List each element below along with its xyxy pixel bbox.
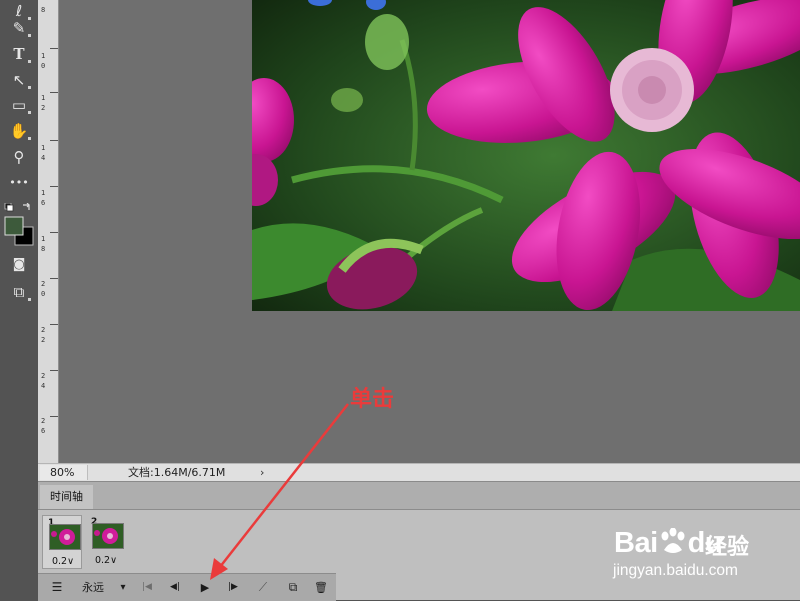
timeline-frame-1[interactable]: 1 0.2∨ [42,515,82,569]
more-tools-glyph: ••• [9,176,29,189]
baidu-logo-text: Bai [614,527,658,559]
paw-icon [661,527,685,553]
rectangle-glyph: ▭ [11,96,27,114]
frame-thumbnail [92,523,124,549]
hand-glyph: ✋ [9,122,29,140]
ruler-label: 1 [41,189,46,197]
ruler-label: 1 [41,144,46,152]
annotation-text: 单击 [350,386,395,412]
ruler-label: 8 [41,245,46,253]
zoom-level-field[interactable]: 80% [40,465,88,480]
document-canvas-area[interactable] [59,0,800,463]
jingyan-label: 经验 [705,535,750,560]
ruler-label: 2 [41,280,46,288]
jingyan-url: jingyan.baidu.com [613,562,738,579]
frame-thumbnail [49,524,81,550]
timeline-frame-2[interactable]: 2 0.2∨ [86,515,126,569]
previous-frame-icon[interactable]: ◀| [166,574,184,601]
rectangle-icon[interactable]: ▭ [6,94,32,116]
frame-delay-dropdown[interactable]: 0.2∨ [88,555,124,566]
tab-timeline[interactable]: 时间轴 [40,485,93,509]
status-menu-arrow-icon[interactable]: › [260,464,264,481]
status-bar: 80% 文档:1.64M/6.71M › [38,463,800,482]
flower-photo [252,0,800,311]
frame-delay-dropdown[interactable]: 0.2∨ [45,556,81,567]
document-size-info: 文档:1.64M/6.71M [128,466,226,479]
pen-glyph: ✎ [12,19,26,37]
frame-thumbnail-graphic [50,525,80,549]
zoom-icon[interactable]: ⚲ [6,146,32,168]
loop-options-select[interactable]: 永远 [78,574,108,601]
screen-mode-icon[interactable]: ⧉ [6,281,32,303]
more-tools-icon[interactable]: ••• [6,172,32,194]
convert-to-video-timeline-icon[interactable]: ☰ [48,574,66,601]
first-frame-icon[interactable]: |◀ [138,574,156,601]
ruler-label: 2 [41,104,46,112]
ruler-label: 4 [41,154,46,162]
timeline-controls: ☰ 永远 ▾ |◀ ◀| ▶ |▶ ⟋ ⧉ 🗑 [38,573,336,601]
ruler-label: 8 [41,6,46,14]
tween-icon[interactable]: ⟋ [254,574,272,601]
swatch-graphic [4,202,34,246]
delete-frame-icon[interactable]: 🗑 [312,574,330,601]
pen-icon[interactable]: ✎ [6,17,32,39]
vertical-ruler: 8 1 0 1 2 1 4 1 6 1 8 2 0 2 2 2 4 2 6 [38,0,59,463]
play-button-icon[interactable]: ▶ [196,574,214,601]
frame-thumbnail-graphic [93,524,123,548]
ruler-label: 2 [41,372,46,380]
ruler-label: 1 [41,52,46,60]
foreground-color-swatch [4,216,24,236]
ruler-label: 0 [41,290,46,298]
path-select-icon[interactable]: ↖ [6,69,32,91]
path-select-glyph: ↖ [12,71,26,89]
timeline-tab-bar: 时间轴 [38,482,800,510]
hand-icon[interactable]: ✋ [6,120,32,142]
ruler-label: 6 [41,427,46,435]
quick-mask-icon[interactable]: ◙ [6,254,32,276]
next-frame-icon[interactable]: |▶ [224,574,242,601]
quick-mask-glyph: ◙ [12,257,26,272]
ruler-label: 2 [41,417,46,425]
ruler-label: 2 [41,336,46,344]
ruler-label: 2 [41,326,46,334]
flower-photo-graphic [252,0,800,311]
screen-mode-glyph: ⧉ [13,283,25,301]
ruler-label: 6 [41,199,46,207]
default-colors-icon-back [6,204,14,212]
ruler-label: 1 [41,235,46,243]
loop-options-chevron-down-icon[interactable]: ▾ [116,574,130,601]
type-glyph: T [13,45,25,63]
ruler-label: 4 [41,382,46,390]
type-icon[interactable]: T [6,43,32,65]
tools-panel: ℓ ✎ T ↖ ▭ ✋ ⚲ ••• ◙ ⧉ [0,0,39,599]
swap-colors-icon [23,202,30,210]
duplicate-frame-icon[interactable]: ⧉ [284,574,302,601]
color-swatches[interactable] [3,202,37,247]
ruler-label: 1 [41,94,46,102]
baidu-jingyan-watermark: Bai du 经验 jingyan.baidu.com [606,510,800,599]
zoom-glyph: ⚲ [13,148,25,166]
ruler-label: 0 [41,62,46,70]
